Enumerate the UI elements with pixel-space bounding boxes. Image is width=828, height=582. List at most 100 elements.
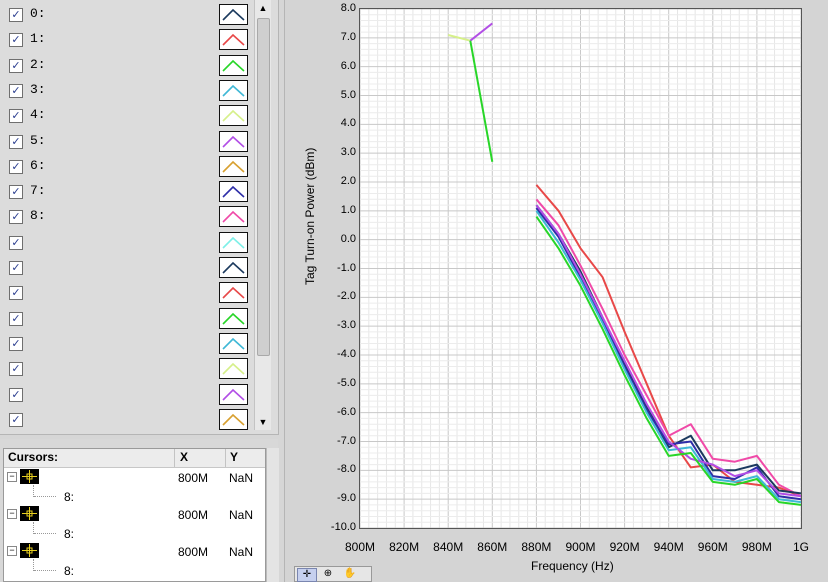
cursor-y-value[interactable]: NaN (229, 471, 253, 485)
plot-style-swatch[interactable] (219, 130, 248, 152)
y-tick-label: 0.0 (340, 232, 356, 245)
cursor-style-icon[interactable] (20, 543, 39, 558)
legend-item[interactable]: ✓ 8: (0, 206, 255, 231)
plot-style-swatch[interactable] (219, 181, 248, 203)
cursor-row[interactable]: − 800M NaN 8: (4, 468, 265, 505)
plot-visible-checkbox[interactable]: ✓ (9, 311, 23, 326)
plot-visible-checkbox[interactable]: ✓ (9, 83, 23, 98)
plot-label: 2: (30, 56, 46, 72)
x-tick-label: 940M (653, 540, 684, 554)
legend-item[interactable]: ✓ (0, 307, 255, 333)
plot-label: 4: (30, 107, 46, 123)
legend-item[interactable]: ✓ 7: (0, 181, 255, 206)
cursor-x-value[interactable]: 800M (178, 471, 208, 485)
y-tick-label: -10.0 (330, 521, 356, 533)
plot-label: 8: (30, 208, 46, 224)
cursor-x-value[interactable]: 800M (178, 545, 208, 559)
cursor-style-icon[interactable] (20, 469, 39, 484)
cursor-row[interactable]: − 800M NaN 8: (4, 505, 265, 542)
plot-style-swatch[interactable] (219, 257, 248, 278)
legend-item[interactable]: ✓ 1: (0, 29, 255, 54)
x-tick-label: 1G (792, 540, 810, 554)
cursor-table[interactable]: Cursors: X Y − 800M NaN 8: − 800M NaN 8: − 800M Na… (3, 448, 266, 582)
collapse-icon[interactable]: − (7, 472, 17, 482)
plot-style-swatch[interactable] (219, 332, 248, 354)
legend-item[interactable]: ✓ 2: (0, 54, 255, 80)
plot-visible-checkbox[interactable]: ✓ (9, 412, 23, 427)
x-tick-label: 960M (697, 540, 728, 554)
legend-item[interactable]: ✓ 3: (0, 79, 255, 105)
plot-visible-checkbox[interactable]: ✓ (9, 109, 23, 124)
cursor-x-value[interactable]: 800M (178, 508, 208, 522)
pan-tool-icon[interactable]: ✋ (341, 568, 359, 580)
y-tick-label: 5.0 (340, 88, 356, 101)
legend-item[interactable]: ✓ (0, 408, 255, 434)
plot-style-swatch[interactable] (219, 79, 248, 101)
collapse-icon[interactable]: − (7, 546, 17, 556)
legend-item[interactable]: ✓ 0: (0, 4, 255, 29)
legend-item[interactable]: ✓ 4: (0, 105, 255, 130)
y-tick-label: -4.0 (337, 348, 356, 360)
plot-visible-checkbox[interactable]: ✓ (9, 185, 23, 200)
plot-style-swatch[interactable] (219, 383, 248, 405)
plot-visible-checkbox[interactable]: ✓ (9, 336, 23, 351)
x-tick-label: 800M (344, 540, 376, 554)
plot-label: 3: (30, 81, 46, 97)
scroll-down-arrow-icon[interactable]: ▼ (255, 414, 271, 430)
legend-item[interactable]: ✓ (0, 383, 255, 409)
plot-style-swatch[interactable] (219, 105, 248, 127)
cursor-row[interactable]: − 800M NaN 8: (4, 542, 265, 579)
y-tick-label: -7.0 (337, 434, 356, 447)
plot-visible-checkbox[interactable]: ✓ (9, 33, 23, 48)
zoom-tool-icon[interactable]: ⊕ (319, 568, 337, 580)
plot-visible-checkbox[interactable]: ✓ (9, 362, 23, 377)
plot-area[interactable] (359, 8, 802, 529)
plot-style-swatch[interactable] (219, 155, 248, 177)
collapse-icon[interactable]: − (7, 509, 17, 519)
cursor-y-value[interactable]: NaN (229, 545, 253, 559)
plot-label: 1: (30, 31, 46, 47)
plot-visible-checkbox[interactable]: ✓ (9, 261, 23, 275)
plot-style-swatch[interactable] (219, 29, 248, 51)
plot-visible-checkbox[interactable]: ✓ (9, 286, 23, 301)
plot-style-swatch[interactable] (219, 307, 248, 329)
scroll-thumb[interactable] (257, 18, 270, 356)
legend-item[interactable]: ✓ (0, 358, 255, 383)
legend-scrollbar[interactable]: ▲ ▼ (254, 0, 271, 430)
plot-style-swatch[interactable] (219, 231, 248, 253)
scroll-up-arrow-icon[interactable]: ▲ (255, 0, 271, 16)
y-tick-label: 1.0 (340, 203, 356, 216)
plot-visible-checkbox[interactable]: ✓ (9, 58, 23, 73)
plot-label: 7: (30, 183, 46, 199)
y-tick-label: 7.0 (340, 30, 356, 43)
cursor-scrollbar[interactable] (266, 448, 279, 582)
legend-item[interactable]: ✓ (0, 257, 255, 282)
plot-visible-checkbox[interactable]: ✓ (9, 210, 23, 225)
y-tick-label: 8.0 (340, 2, 356, 14)
legend-item[interactable]: ✓ (0, 332, 255, 358)
legend-item[interactable]: ✓ 6: (0, 155, 255, 181)
plot-style-swatch[interactable] (219, 282, 248, 304)
cursor-tool-icon[interactable]: ✛ (297, 568, 317, 582)
plot-style-swatch[interactable] (219, 206, 248, 228)
cursor-y-value[interactable]: NaN (229, 508, 253, 522)
y-column-header: Y (230, 450, 239, 464)
plot-style-swatch[interactable] (219, 54, 248, 76)
legend-item[interactable]: ✓ (0, 282, 255, 307)
plot-style-swatch[interactable] (219, 358, 248, 380)
plot-style-swatch[interactable] (219, 4, 248, 25)
legend-item[interactable]: ✓ 5: (0, 130, 255, 156)
y-tick-label: 4.0 (340, 117, 356, 130)
cursor-table-header: Cursors: X Y (4, 449, 265, 468)
plot-visible-checkbox[interactable]: ✓ (9, 159, 23, 174)
plot-style-swatch[interactable] (219, 408, 248, 430)
plot-visible-checkbox[interactable]: ✓ (9, 8, 23, 22)
plot-visible-checkbox[interactable]: ✓ (9, 134, 23, 149)
plot-visible-checkbox[interactable]: ✓ (9, 235, 23, 250)
legend-item[interactable]: ✓ (0, 231, 255, 257)
y-tick-label: -8.0 (337, 463, 356, 476)
cursor-plot-name: 8: (64, 490, 75, 504)
cursor-style-icon[interactable] (20, 506, 39, 521)
x-tick-label: 980M (741, 540, 772, 554)
plot-visible-checkbox[interactable]: ✓ (9, 387, 23, 402)
